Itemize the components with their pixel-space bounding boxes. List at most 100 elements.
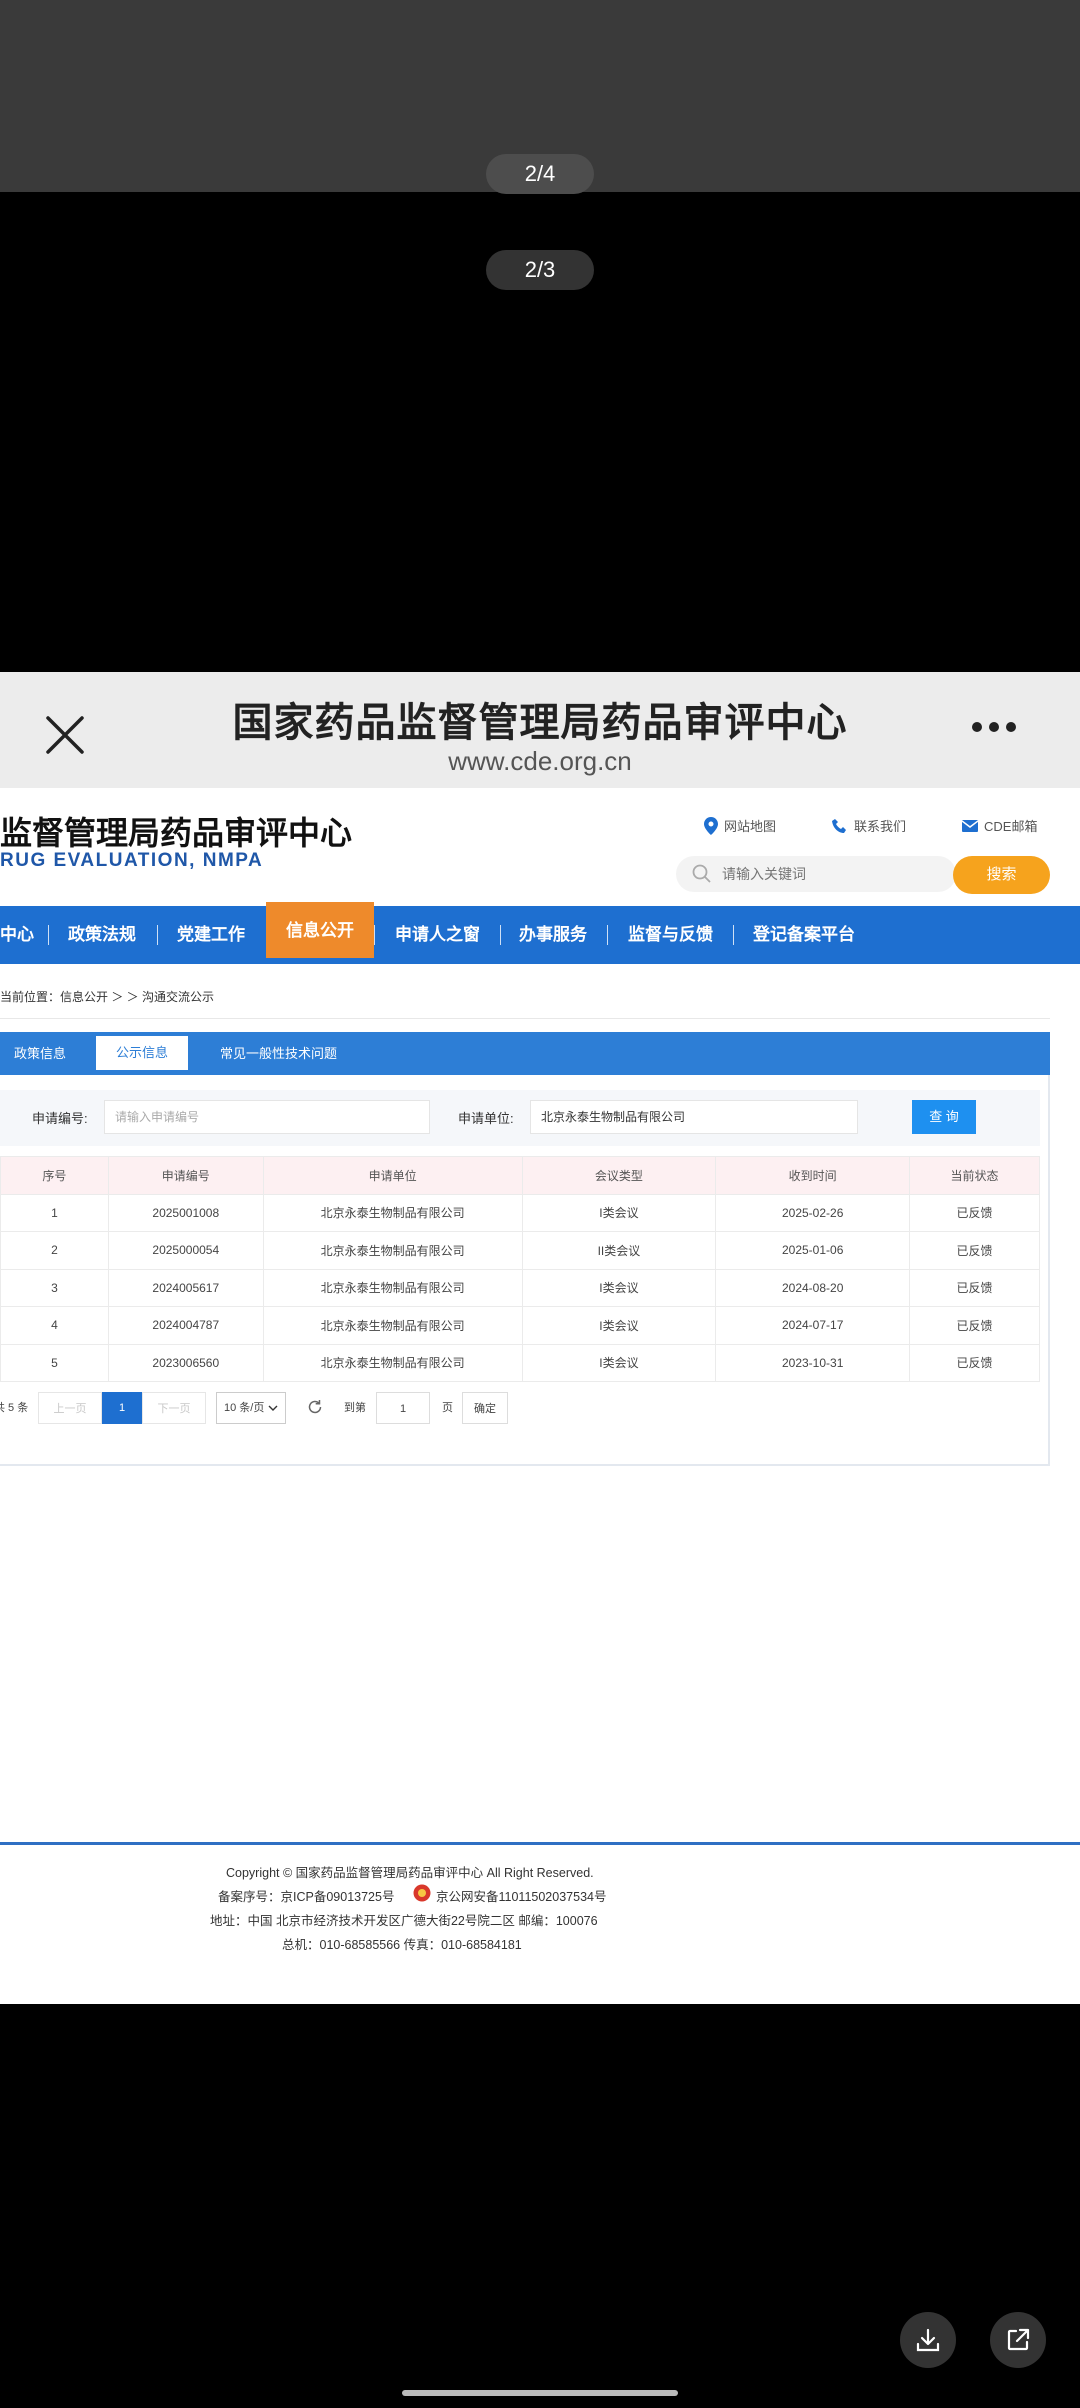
query-button[interactable]: 查 询: [912, 1100, 976, 1134]
tab-policy-info[interactable]: 政策信息: [14, 1032, 66, 1075]
table-row[interactable]: 5 2023006560 北京永泰生物制品有限公司 I类会议 2023-10-3…: [0, 1343, 1040, 1382]
webview-url: www.cde.org.cn: [448, 746, 632, 776]
table-cell: 北京永泰生物制品有限公司: [262, 1193, 523, 1232]
police-badge-icon: [413, 1884, 431, 1902]
phone-icon: [832, 818, 846, 833]
tab-public-info[interactable]: 公示信息: [96, 1036, 188, 1070]
footer-phone: 总机：010-68585566 传真：010-68584181: [282, 1938, 522, 1952]
nav-item-registration[interactable]: 登记备案平台: [753, 906, 855, 964]
table-cell: I类会议: [521, 1193, 717, 1232]
location-pin-icon: [704, 816, 718, 835]
tab-common-questions[interactable]: 常见一般性技术问题: [220, 1032, 337, 1075]
nav-item-center[interactable]: 中心: [0, 906, 34, 964]
share-button[interactable]: [990, 2312, 1046, 2368]
nav-item-applicant[interactable]: 申请人之窗: [395, 906, 480, 964]
total-count: 共 5 条: [0, 1402, 29, 1414]
image-counter-outer: 2/4: [486, 154, 594, 194]
results-table: 序号 申请编号 申请单位 会议类型 收到时间 当前状态 1 2025001008…: [0, 1156, 1040, 1382]
image-counter-inner: 2/3: [486, 250, 594, 290]
table-cell: 1: [0, 1193, 109, 1232]
footer-copyright: Copyright © 国家药品监督管理局药品审评中心 All Right Re…: [226, 1866, 594, 1880]
table-cell: 2023-10-31: [715, 1343, 911, 1382]
column-header: 申请编号: [107, 1156, 264, 1195]
content-panel: 政策信息 公示信息 常见一般性技术问题 申请编号: 请输入申请编号 申请单位: …: [0, 1032, 1050, 1466]
site-name: 监督管理局药品审评中心: [0, 815, 353, 851]
nav-item-services[interactable]: 办事服务: [519, 906, 587, 964]
webview-title: 国家药品监督管理局药品审评中心: [232, 701, 848, 745]
table-cell: 2025-02-26: [715, 1193, 911, 1232]
goto-label: 到第: [344, 1402, 366, 1414]
page-size-select[interactable]: 10 条/页: [216, 1392, 286, 1424]
nav-item-policy[interactable]: 政策法规: [68, 906, 136, 964]
prev-page-button[interactable]: 上一页: [38, 1392, 102, 1424]
table-cell: 2024-08-20: [715, 1268, 911, 1307]
table-row[interactable]: 1 2025001008 北京永泰生物制品有限公司 I类会议 2025-02-2…: [0, 1193, 1040, 1232]
pagination: 共 5 条 上一页 1 下一页 10 条/页 到第 1 页 确定: [0, 1392, 1050, 1424]
search-box: [676, 856, 956, 892]
column-header: 当前状态: [909, 1156, 1040, 1195]
table-row[interactable]: 3 2024005617 北京永泰生物制品有限公司 I类会议 2024-08-2…: [0, 1268, 1040, 1307]
nav-divider: [733, 925, 734, 945]
main-nav: 中心 政策法规 党建工作 申请人之窗 办事服务 监督与反馈 登记备案平台: [0, 906, 1080, 964]
top-link-label: CDE邮箱: [984, 819, 1038, 834]
search-button[interactable]: 搜索: [953, 856, 1050, 894]
table-cell: 北京永泰生物制品有限公司: [262, 1231, 523, 1270]
table-cell: 已反馈: [909, 1231, 1040, 1270]
nav-divider: [157, 925, 158, 945]
table-cell: 已反馈: [909, 1306, 1040, 1345]
page-unit-label: 页: [442, 1402, 453, 1414]
table-cell: 北京永泰生物制品有限公司: [262, 1306, 523, 1345]
nav-item-info-public[interactable]: 信息公开: [266, 902, 374, 958]
table-cell: 4: [0, 1306, 109, 1345]
filter-bar: 申请编号: 请输入申请编号 申请单位: 北京永泰生物制品有限公司 查 询: [0, 1090, 1040, 1146]
chevron-down-icon: [268, 1405, 278, 1411]
more-options-icon[interactable]: [972, 722, 1018, 734]
footer-address: 地址：中国 北京市经济技术开发区广德大街22号院二区 邮编：100076: [210, 1914, 598, 1928]
download-icon: [916, 2328, 940, 2352]
app-no-input[interactable]: 请输入申请编号: [104, 1100, 430, 1134]
nav-item-supervision[interactable]: 监督与反馈: [628, 906, 713, 964]
top-link-email[interactable]: CDE邮箱: [962, 816, 1037, 835]
top-link-sitemap[interactable]: 网站地图: [704, 816, 776, 835]
app-no-label: 申请编号:: [32, 1111, 88, 1126]
goto-page-input[interactable]: 1: [376, 1392, 430, 1424]
table-row[interactable]: 2 2025000054 北京永泰生物制品有限公司 II类会议 2025-01-…: [0, 1231, 1040, 1270]
table-cell: 2025001008: [107, 1193, 264, 1232]
divider: [0, 1018, 1050, 1019]
top-link-contact[interactable]: 联系我们: [832, 816, 906, 835]
nav-divider: [374, 925, 375, 945]
table-cell: 2023006560: [107, 1343, 264, 1382]
table-cell: II类会议: [521, 1231, 717, 1270]
nav-divider: [48, 925, 49, 945]
table-cell: 2025-01-06: [715, 1231, 911, 1270]
footer-divider: [0, 1842, 1080, 1845]
table-cell: 已反馈: [909, 1343, 1040, 1382]
table-cell: 已反馈: [909, 1268, 1040, 1307]
nav-divider: [500, 925, 501, 945]
table-row[interactable]: 4 2024004787 北京永泰生物制品有限公司 I类会议 2024-07-1…: [0, 1306, 1040, 1345]
table-cell: 2024-07-17: [715, 1306, 911, 1345]
column-header: 序号: [0, 1156, 109, 1195]
footer-police-record[interactable]: 京公网安备11011502037534号: [436, 1886, 606, 1905]
table-cell: 北京永泰生物制品有限公司: [262, 1343, 523, 1382]
unit-input[interactable]: 北京永泰生物制品有限公司: [530, 1100, 858, 1134]
nav-item-party[interactable]: 党建工作: [177, 906, 245, 964]
unit-label: 申请单位:: [458, 1111, 514, 1126]
table-cell: I类会议: [521, 1306, 717, 1345]
breadcrumb: 当前位置：信息公开 ＞ ＞ 沟通交流公示: [0, 990, 215, 1004]
table-cell: 2024005617: [107, 1268, 264, 1307]
table-header-row: 序号 申请编号 申请单位 会议类型 收到时间 当前状态: [0, 1156, 1040, 1195]
footer-icp[interactable]: 备案序号：京ICP备09013725号: [218, 1886, 394, 1905]
search-input[interactable]: [722, 856, 942, 892]
page-number-current[interactable]: 1: [102, 1392, 142, 1424]
table-cell: 2: [0, 1231, 109, 1270]
refresh-icon[interactable]: [307, 1399, 323, 1415]
nav-item-label: 信息公开: [286, 921, 354, 940]
tab-bar: 政策信息 公示信息 常见一般性技术问题: [0, 1032, 1050, 1075]
goto-confirm-button[interactable]: 确定: [462, 1392, 508, 1424]
search-icon: [692, 864, 711, 883]
next-page-button[interactable]: 下一页: [142, 1392, 206, 1424]
home-indicator: [402, 2390, 678, 2396]
table-cell: 已反馈: [909, 1193, 1040, 1232]
download-button[interactable]: [900, 2312, 956, 2368]
